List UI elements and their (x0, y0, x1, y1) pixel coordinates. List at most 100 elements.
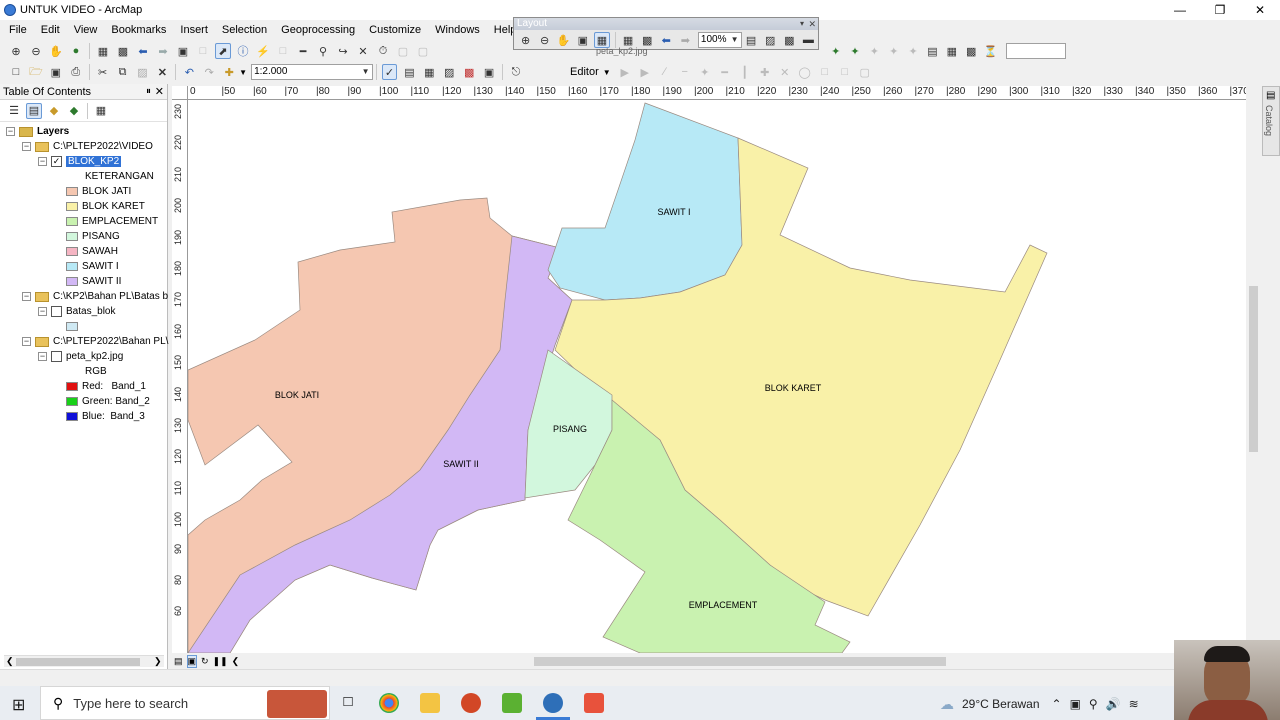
layer-row-peta[interactable]: − peta_kp2.jpg (38, 349, 123, 364)
menu-view[interactable]: View (69, 24, 103, 36)
back-extent-icon[interactable]: ⬅ (135, 43, 151, 59)
focus-data-frame-icon[interactable]: ▨ (763, 32, 778, 48)
paste-icon[interactable]: ▨ (135, 64, 151, 80)
layer-visibility-checkbox[interactable] (51, 351, 62, 362)
toc-close-icon[interactable]: ✕ (155, 84, 164, 100)
create-features-icon[interactable]: □ (837, 64, 853, 80)
attribute-table-icon[interactable]: ▦ (944, 43, 959, 59)
meet-now-icon[interactable]: ▣ (1070, 697, 1081, 711)
collapse-icon[interactable]: − (38, 352, 47, 361)
rotate-tool-icon[interactable]: ✕ (777, 64, 793, 80)
legend-class-row[interactable] (66, 319, 82, 334)
python-icon[interactable]: ▣ (481, 64, 497, 80)
edit-annotation-icon[interactable]: ▶ (637, 64, 653, 80)
taskbar-search[interactable]: ⚲ Type here to search (40, 686, 330, 720)
cut-polygons-icon[interactable]: ✚ (757, 64, 773, 80)
swipe-icon[interactable]: ▢ (415, 43, 431, 59)
trace-icon[interactable]: ✦ (697, 64, 713, 80)
go-to-xy-icon[interactable]: ✕ (355, 43, 371, 59)
scroll-right-icon[interactable]: ❯ (154, 656, 162, 667)
menu-file[interactable]: File (4, 24, 32, 36)
edit-tool-icon[interactable]: ▶ (617, 64, 633, 80)
weather-icon[interactable]: ☁ (940, 696, 954, 713)
menu-customize[interactable]: Customize (364, 24, 426, 36)
search-window-icon[interactable]: ▨ (441, 64, 457, 80)
windows-start-icon[interactable]: ⊞ (12, 695, 25, 715)
map-canvas[interactable]: BLOK JATI SAWIT I BLOK KARET PISANG SAWI… (188, 100, 1246, 653)
file-explorer-icon[interactable] (420, 693, 440, 713)
find-route-icon[interactable]: ↪ (335, 43, 351, 59)
layout-zoom-in-icon[interactable]: ⊕ (518, 32, 533, 48)
zoom-in-icon[interactable]: ⊕ (8, 43, 24, 59)
collapse-icon[interactable]: − (22, 142, 31, 151)
tool-dropdown-icon[interactable]: ⏳ (983, 43, 998, 59)
split-tool-icon[interactable]: ┃ (737, 64, 753, 80)
list-by-selection-icon[interactable]: ◆ (66, 103, 82, 119)
save-icon[interactable]: ▣ (48, 64, 64, 80)
toc-scroll-thumb[interactable] (16, 658, 140, 666)
edit-properties-icon[interactable]: ▢ (857, 64, 873, 80)
change-layout-icon[interactable]: ▩ (782, 32, 797, 48)
new-doc-icon[interactable]: □ (8, 64, 24, 80)
band-row[interactable]: Blue: Band_3 (66, 409, 145, 424)
layer-visibility-checkbox[interactable]: ✓ (51, 156, 62, 167)
full-extent-icon[interactable]: ● (68, 43, 84, 59)
toc-window-icon[interactable]: ▤ (401, 64, 417, 80)
scroll-left-icon[interactable]: ❮ (6, 656, 14, 667)
scroll-left-icon[interactable]: ❮ (232, 656, 240, 667)
legend-class-row[interactable]: SAWIT I (66, 259, 119, 274)
forward-extent-icon[interactable]: ➡ (155, 43, 171, 59)
list-by-visibility-icon[interactable]: ◆ (46, 103, 62, 119)
menu-edit[interactable]: Edit (36, 24, 65, 36)
data-driven-pages-icon[interactable]: ▬ (801, 32, 816, 48)
arcmap-taskbar-icon[interactable] (543, 693, 563, 713)
list-by-drawing-order-icon[interactable]: ☰ (6, 103, 22, 119)
find-icon[interactable]: ⚲ (315, 43, 331, 59)
arctoolbox-icon[interactable]: ▩ (461, 64, 477, 80)
pin-icon[interactable]: ⏸ (146, 84, 151, 100)
edit-vertices-icon[interactable]: ✦ (847, 43, 862, 59)
legend-class-row[interactable]: PISANG (66, 229, 120, 244)
pan-icon[interactable]: ✋ (48, 43, 64, 59)
legend-class-row[interactable]: EMPLACEMENT (66, 214, 158, 229)
weather-text[interactable]: 29°C Berawan (962, 697, 1040, 711)
measure-icon[interactable]: ━ (295, 43, 311, 59)
point-icon[interactable]: ━ (717, 64, 733, 80)
layer-row-blok-kp2[interactable]: − ✓ BLOK_KP2 (38, 154, 122, 169)
reshape-icon[interactable]: ✦ (867, 43, 882, 59)
undo-icon[interactable]: ↶ (181, 64, 197, 80)
options-icon[interactable]: ▦ (93, 103, 109, 119)
layout-zoom-out-icon[interactable]: ⊖ (537, 32, 552, 48)
hyperlink-icon[interactable]: ⚡ (255, 43, 271, 59)
toolbar-close-icon[interactable]: ✕ (808, 18, 816, 30)
open-icon[interactable]: 🗁 (28, 64, 44, 80)
redo-icon[interactable]: ↷ (201, 64, 217, 80)
map-display[interactable]: BLOK JATI SAWIT I BLOK KARET PISANG SAWI… (188, 100, 1246, 653)
powerpoint-icon[interactable] (461, 693, 481, 713)
group-row[interactable]: − C:\PLTEP2022\VIDEO (22, 139, 153, 154)
copy-icon[interactable]: ⧉ (115, 64, 131, 80)
band-row[interactable]: Red: Band_1 (66, 379, 146, 394)
band-row[interactable]: Green: Band_2 (66, 394, 150, 409)
editor-toolbar-icon[interactable]: ✓ (381, 64, 398, 80)
layer-properties-icon[interactable]: ▤ (925, 43, 940, 59)
collapse-icon[interactable]: − (6, 127, 15, 136)
rotate-icon[interactable]: ✦ (905, 43, 920, 59)
fixed-zoom-out-icon[interactable]: ▩ (115, 43, 131, 59)
delete-icon[interactable]: ✕ (154, 64, 170, 80)
clear-selection-icon[interactable]: □ (195, 43, 211, 59)
layout-pan-icon[interactable]: ✋ (556, 32, 571, 48)
menu-geoprocessing[interactable]: Geoprocessing (276, 24, 360, 36)
endpoint-arc-icon[interactable]: − (677, 64, 693, 80)
print-icon[interactable]: ⎙ (68, 64, 84, 80)
layout-view-icon[interactable]: ▣ (186, 654, 198, 668)
select-elements-icon[interactable]: ⬈ (215, 43, 231, 59)
zoom-whole-page-icon[interactable]: ▣ (575, 32, 590, 48)
camtasia-icon[interactable] (502, 693, 522, 713)
legend-class-row[interactable]: BLOK KARET (66, 199, 145, 214)
menu-bookmarks[interactable]: Bookmarks (106, 24, 171, 36)
pause-drawing-icon[interactable]: ❚❚ (213, 656, 228, 667)
cut-icon[interactable]: ✂ (95, 64, 111, 80)
volume-icon[interactable]: 🔊 (1106, 697, 1121, 711)
wifi-icon[interactable]: ≋ (1129, 697, 1139, 711)
